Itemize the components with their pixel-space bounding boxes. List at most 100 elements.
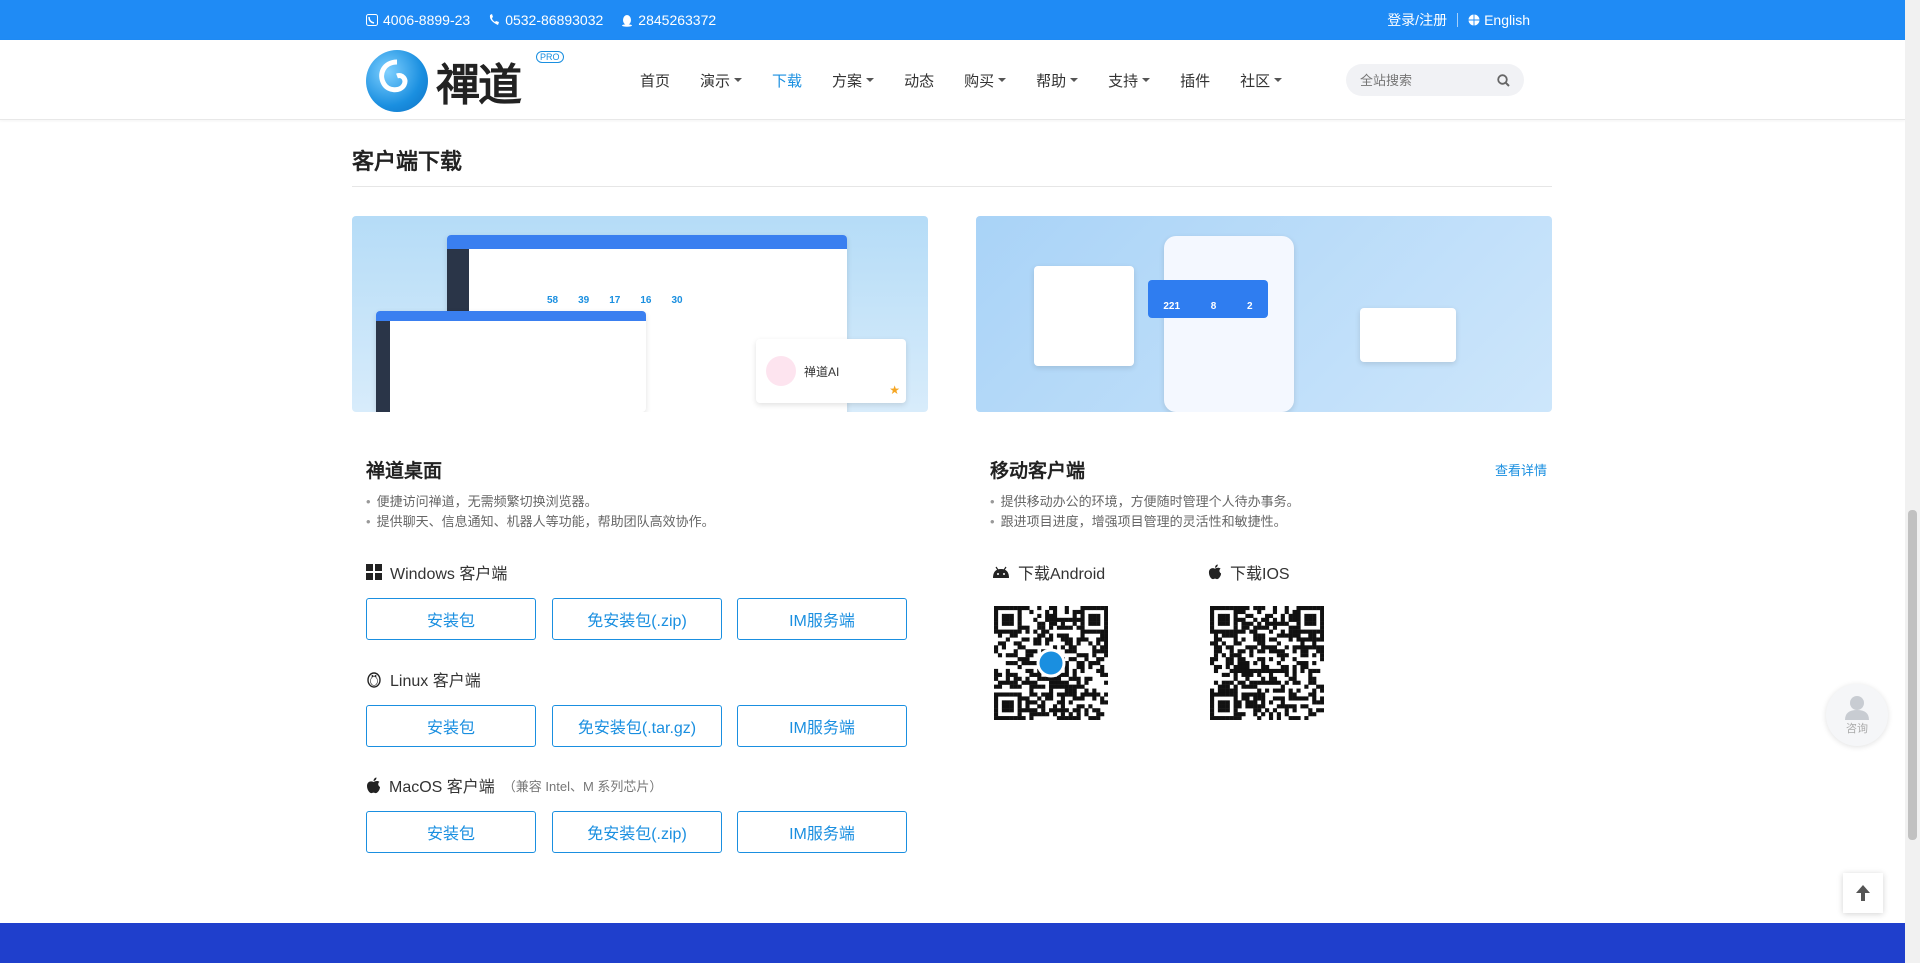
ios-download-header: 下载IOS (1208, 560, 1290, 584)
nav-item-label: 首页 (640, 72, 671, 90)
contact-info: 4006-8899-23 0532-86893032 2845263372 (366, 0, 716, 40)
ai-avatar (766, 356, 796, 386)
macos-note: （兼容 Intel、M 系列芯片） (502, 778, 663, 794)
phone: 0532-86893032 (488, 12, 603, 28)
desktop-title: 禅道桌面 (366, 461, 443, 482)
phone-square-icon (366, 14, 378, 26)
search-input[interactable] (1360, 72, 1490, 88)
hotline-text: 4006-8899-23 (383, 12, 471, 28)
macos-label: MacOS 客户端 (389, 779, 495, 796)
phone-mock: 221 8 2 (1148, 236, 1294, 412)
desktop-banner-image: 58 39 17 16 30 禅道AI ★ (352, 216, 928, 412)
windows-portable-button[interactable]: 免安装包(.zip) (552, 598, 722, 640)
caret-down-icon (734, 78, 743, 82)
nav-item-label: 帮助 (1036, 72, 1067, 90)
caret-down-icon (998, 78, 1007, 82)
nav-item[interactable]: 帮助 (1036, 70, 1079, 91)
qq-text: 2845263372 (638, 12, 717, 28)
desktop-features: 便捷访问禅道，无需频繁切换浏览器。 提供聊天、信息通知、机器人等功能，帮助团队高… (366, 492, 715, 532)
mobile-title: 移动客户端 (990, 461, 1086, 482)
apple-icon (367, 777, 380, 793)
android-icon (993, 566, 1009, 578)
windows-installer-button[interactable]: 安装包 (366, 598, 536, 640)
mobile-feature: 提供移动办公的环境，方便随时管理个人待办事务。 (990, 492, 1300, 512)
page-scrollbar[interactable] (1905, 0, 1920, 963)
list-card-mock (1034, 266, 1134, 366)
linux-row: Linux 客户端 (366, 667, 481, 691)
linux-im-server-button[interactable]: IM服务端 (737, 705, 907, 747)
mobile-features: 提供移动办公的环境，方便随时管理个人待办事务。 跟进项目进度，增强项目管理的灵活… (990, 492, 1300, 532)
scrollbar-thumb[interactable] (1908, 510, 1917, 840)
arrow-up-icon (1856, 885, 1870, 901)
consult-widget[interactable]: 咨询 (1826, 684, 1888, 746)
language-switch[interactable]: English (1468, 12, 1530, 28)
android-label: 下载Android (1018, 566, 1106, 583)
desktop-feature: 提供聊天、信息通知、机器人等功能，帮助团队高效协作。 (366, 512, 715, 532)
topbar-right: 登录/注册 English (1387, 0, 1530, 40)
nav-item-label: 下载 (772, 72, 803, 90)
top-bar: 4006-8899-23 0532-86893032 2845263372 登录… (0, 0, 1920, 40)
macos-installer-button[interactable]: 安装包 (366, 811, 536, 853)
nav-item[interactable]: 购买 (964, 70, 1007, 91)
nav-item[interactable]: 支持 (1108, 70, 1151, 91)
macos-portable-button[interactable]: 免安装包(.zip) (552, 811, 722, 853)
detail-card-mock (1360, 308, 1456, 362)
nav-item-label: 插件 (1180, 72, 1211, 90)
android-download-header: 下载Android (992, 560, 1105, 584)
view-details-link[interactable]: 查看详情 (1495, 460, 1547, 479)
linux-installer-button[interactable]: 安装包 (366, 705, 536, 747)
macos-row: MacOS 客户端 （兼容 Intel、M 系列芯片） (366, 773, 662, 797)
mobile-banner-image: 221 8 2 (976, 216, 1552, 412)
footer (0, 923, 1905, 963)
linux-portable-button[interactable]: 免安装包(.tar.gz) (552, 705, 722, 747)
ai-card: 禅道AI ★ (756, 339, 906, 403)
nav-item-label: 购买 (964, 72, 995, 90)
nav-item[interactable]: 演示 (700, 70, 743, 91)
stat-value: 221 (1163, 301, 1181, 312)
qq: 2845263372 (621, 12, 716, 28)
stat-value: 58 (547, 295, 559, 306)
section-title: 客户端下载 (352, 149, 463, 174)
nav-item[interactable]: 社区 (1240, 70, 1283, 91)
stat-value: 16 (640, 295, 652, 306)
stat-value: 30 (671, 295, 683, 306)
caret-down-icon (1274, 78, 1283, 82)
ios-qr-code (1210, 606, 1325, 721)
section-divider (352, 186, 1552, 187)
star-icon: ★ (889, 383, 900, 397)
nav-item[interactable]: 动态 (904, 70, 934, 91)
main-nav: 首页 演示 下载 方案 动态 购买 帮助 支持 插件 社区 (640, 40, 1283, 120)
globe-icon (1468, 14, 1480, 26)
hotline: 4006-8899-23 (366, 12, 470, 28)
nav-item-label: 社区 (1240, 72, 1271, 90)
nav-item-label: 方案 (832, 72, 863, 90)
back-to-top-button[interactable] (1843, 873, 1883, 913)
windows-im-server-button[interactable]: IM服务端 (737, 598, 907, 640)
search-icon[interactable] (1497, 73, 1510, 87)
windows-row: Windows 客户端 (366, 560, 507, 584)
caret-down-icon (866, 78, 875, 82)
nav-item[interactable]: 下载 (772, 70, 802, 91)
nav-item-label: 动态 (904, 72, 935, 90)
stat-value: 39 (578, 295, 590, 306)
phone-text: 0532-86893032 (505, 12, 604, 28)
language-label: English (1484, 12, 1530, 28)
windows-label: Windows 客户端 (390, 566, 508, 583)
macos-im-server-button[interactable]: IM服务端 (737, 811, 907, 853)
brand-badge: PRO (536, 51, 564, 63)
windows-icon (366, 564, 382, 580)
nav-item[interactable]: 首页 (640, 70, 670, 91)
nav-item[interactable]: 插件 (1180, 70, 1210, 91)
login-link[interactable]: 登录/注册 (1387, 10, 1447, 30)
site-search[interactable] (1346, 64, 1524, 96)
nav-item[interactable]: 方案 (832, 70, 875, 91)
mobile-feature: 跟进项目进度，增强项目管理的灵活性和敏捷性。 (990, 512, 1300, 532)
stat-value: 2 (1247, 301, 1253, 312)
ios-label: 下载IOS (1230, 566, 1290, 583)
apple-icon (1208, 564, 1222, 580)
phone-icon (490, 14, 500, 25)
logo[interactable]: 禪道 PRO (366, 49, 564, 113)
linux-icon (367, 672, 381, 688)
divider (1457, 13, 1459, 27)
brand-name: 禪道 (436, 60, 522, 111)
